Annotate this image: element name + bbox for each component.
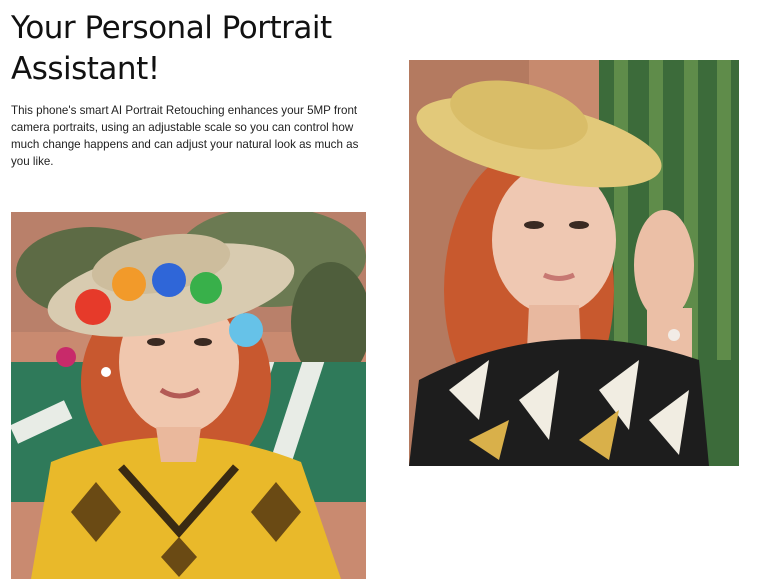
headline-line-1: Your Personal Portrait	[11, 10, 332, 46]
portrait-photo-straw-hat	[409, 60, 739, 466]
portrait-feature-section: Your Personal Portrait Assistant! This p…	[0, 0, 757, 579]
portrait-photo-colorful-hat	[11, 212, 366, 579]
headline-line-2: Assistant!	[11, 51, 160, 87]
headline: Your Personal Portrait Assistant!	[11, 8, 371, 90]
portrait-image-colorful-hat	[11, 212, 366, 579]
feature-description: This phone's smart AI Portrait Retouchin…	[11, 104, 359, 168]
portrait-image-straw-hat	[409, 60, 739, 466]
